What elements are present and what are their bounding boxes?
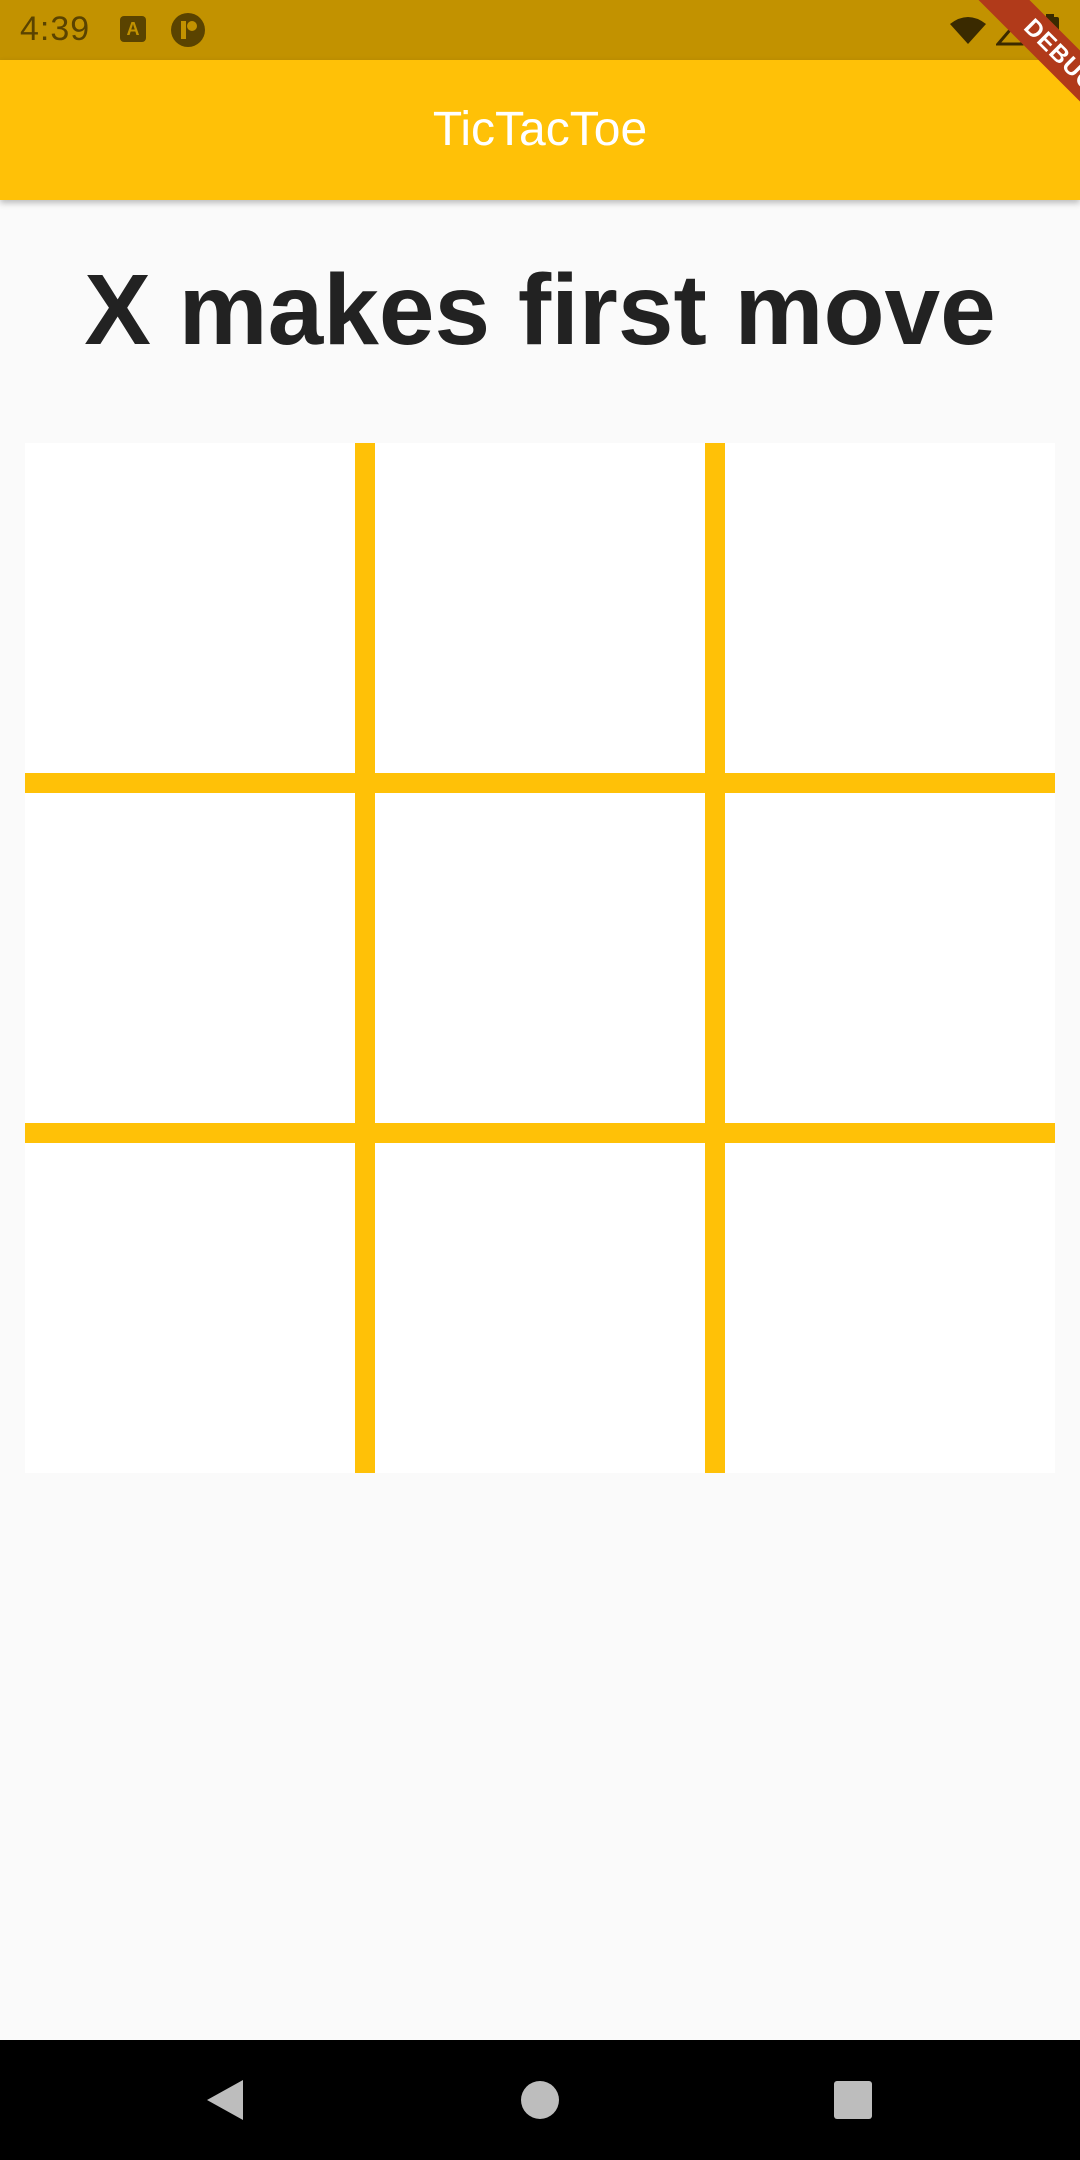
app-bar: TicTacToe: [0, 60, 1080, 200]
home-icon[interactable]: [521, 2081, 559, 2119]
battery-icon: [1041, 14, 1059, 46]
back-icon[interactable]: [205, 2078, 245, 2122]
board-cell-1-1[interactable]: [375, 793, 705, 1123]
board-cell-1-0[interactable]: [25, 793, 355, 1123]
game-board: [25, 443, 1055, 1473]
game-status-text: X makes first move: [84, 254, 996, 366]
board-cell-2-0[interactable]: [25, 1143, 355, 1473]
board-cell-2-2[interactable]: [725, 1143, 1055, 1473]
navigation-bar: [0, 2040, 1080, 2160]
board-cell-2-1[interactable]: [375, 1143, 705, 1473]
board-cell-0-2[interactable]: [725, 443, 1055, 773]
app-title: TicTacToe: [432, 103, 648, 156]
a-icon: A: [120, 16, 146, 42]
status-time: 4:39: [20, 10, 91, 48]
wifi-icon: [950, 17, 986, 44]
board-cell-0-0[interactable]: [25, 443, 355, 773]
recents-icon[interactable]: [834, 2081, 872, 2119]
signal-icon: [996, 14, 1024, 46]
board-cell-1-2[interactable]: [725, 793, 1055, 1123]
status-bar: 4:39 A: [0, 0, 1080, 60]
board-cell-0-1[interactable]: [375, 443, 705, 773]
p-icon: [171, 13, 205, 47]
